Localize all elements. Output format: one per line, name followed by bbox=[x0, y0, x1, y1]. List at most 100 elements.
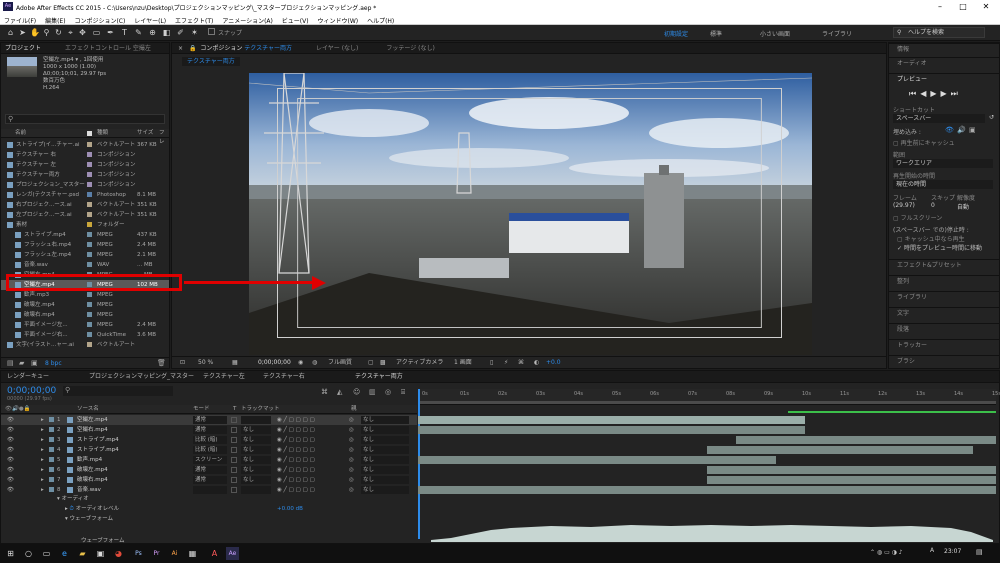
track-matte-select[interactable]: なし bbox=[241, 426, 271, 434]
parent-select[interactable]: なし bbox=[361, 456, 409, 464]
label-color-swatch[interactable] bbox=[87, 292, 92, 297]
expand-arrow-icon[interactable]: ▸ bbox=[41, 425, 44, 435]
layer-row[interactable]: 👁 ▸ 6 破壊左.mp4 通常 なし ◉ ╱ ▢ ▢ ▢ ▢ ◎ なし bbox=[1, 465, 417, 475]
label-color-swatch[interactable] bbox=[87, 202, 92, 207]
parent-select[interactable]: なし bbox=[361, 436, 409, 444]
project-item[interactable]: フラッシュ右.mp4 MPEG 2.4 MB bbox=[1, 240, 169, 250]
zoom-level[interactable]: 50 % bbox=[198, 357, 213, 369]
prev-frame-icon[interactable]: ◀ bbox=[920, 89, 930, 98]
next-frame-icon[interactable]: ▶ bbox=[941, 89, 951, 98]
switches[interactable]: ◉ ╱ ▢ ▢ ▢ ▢ bbox=[277, 465, 315, 475]
comp-subtab[interactable]: テクスチャー両方 bbox=[182, 57, 240, 66]
time-ruler[interactable]: 0s 01s 02s 03s 04s 05s 06s 07s 08s 09s 10s 11s 12s 13… bbox=[418, 389, 1000, 405]
tracker-header[interactable]: トラッカー bbox=[889, 339, 999, 351]
label-color-swatch[interactable] bbox=[87, 312, 92, 317]
safe-zones-icon[interactable]: ▦ bbox=[232, 357, 238, 369]
text-tool-icon[interactable]: T bbox=[120, 28, 129, 37]
skip-select[interactable]: 0 bbox=[931, 202, 935, 209]
notifications-icon[interactable]: ▤ bbox=[976, 548, 983, 556]
layer-label-swatch[interactable] bbox=[49, 487, 54, 492]
active-camera[interactable]: アクティブカメラ bbox=[396, 357, 443, 369]
frame-blending-icon[interactable]: ▥ bbox=[369, 388, 376, 396]
layer-row[interactable]: 👁 ▸ 5 歓声.mp4 スクリーン なし ◉ ╱ ▢ ▢ ▢ ▢ ◎ なし bbox=[1, 455, 417, 465]
layer-name[interactable]: ストライプ.mp4 bbox=[77, 445, 119, 455]
stopwatch-icon[interactable]: ⏱ bbox=[70, 506, 74, 512]
audio-levels-row[interactable]: ▸ ⏱ オーディオレベル bbox=[65, 504, 119, 514]
layer-label-swatch[interactable] bbox=[49, 457, 54, 462]
label-color-swatch[interactable] bbox=[87, 322, 92, 327]
close-icon[interactable]: ✕ bbox=[978, 2, 994, 11]
track-matte-select[interactable] bbox=[241, 486, 271, 494]
camera-tool-icon[interactable]: ⌖ bbox=[66, 28, 75, 37]
views-layout[interactable]: 1 画面 bbox=[454, 357, 472, 369]
last-frame-icon[interactable]: ⏭ bbox=[951, 89, 962, 98]
photoshop-icon[interactable]: Ps bbox=[132, 547, 145, 560]
tab-texture-right[interactable]: テクスチャー右 bbox=[263, 371, 305, 383]
label-color-swatch[interactable] bbox=[87, 192, 92, 197]
project-item[interactable]: 平面イメージ右... QuickTime 3.6 MB bbox=[1, 330, 169, 340]
label-color-swatch[interactable] bbox=[87, 252, 92, 257]
menu-file[interactable]: ファイル(F) bbox=[0, 14, 39, 25]
timeline-search-input[interactable]: ⚲ bbox=[63, 386, 173, 396]
explorer-icon[interactable]: ▰ bbox=[76, 547, 89, 560]
label-color-swatch[interactable] bbox=[87, 162, 92, 167]
include-audio-icon[interactable]: 🔊 bbox=[957, 126, 966, 134]
rotate-tool-icon[interactable]: ↻ bbox=[54, 28, 63, 37]
timeline-timecode[interactable]: 0;00;00;00 bbox=[7, 386, 56, 396]
menu-composition[interactable]: コンポジション(C) bbox=[70, 14, 128, 25]
pickwhip-icon[interactable]: ◎ bbox=[349, 435, 354, 445]
label-color-swatch[interactable] bbox=[87, 302, 92, 307]
pickwhip-icon[interactable]: ◎ bbox=[349, 445, 354, 455]
move-time-checkbox[interactable]: ✓ 時間をプレビュー時間に移動 bbox=[897, 243, 982, 252]
layer-duration-bar[interactable] bbox=[735, 436, 996, 444]
magnification-icon[interactable]: ⊡ bbox=[180, 357, 185, 369]
paragraph-header[interactable]: 段落 bbox=[889, 323, 999, 335]
layer-name[interactable]: 破壊左.mp4 bbox=[77, 465, 108, 475]
preserve-transparency-toggle[interactable] bbox=[231, 457, 237, 463]
exposure-icon[interactable]: ◐ bbox=[534, 357, 539, 369]
audio-levels-value[interactable]: +0.00 dB bbox=[277, 504, 303, 514]
layer-label-swatch[interactable] bbox=[49, 447, 54, 452]
menu-animation[interactable]: アニメーション(A) bbox=[218, 14, 276, 25]
brush-tool-icon[interactable]: ✎ bbox=[134, 28, 143, 37]
home-icon[interactable]: ⌂ bbox=[6, 28, 15, 37]
tab-footage[interactable]: フッテージ (なし) bbox=[386, 45, 434, 52]
col-source-name[interactable]: ソース名 bbox=[77, 405, 99, 414]
track-matte-select[interactable]: なし bbox=[241, 436, 271, 444]
workspace-small[interactable]: 小さい画面 bbox=[760, 29, 790, 38]
layer-row[interactable]: 👁 ▸ 1 空撮左.mp4 通常 ◉ ╱ ▢ ▢ ▢ ▢ ◎ なし bbox=[1, 415, 417, 425]
interpret-footage-icon[interactable]: ▤ bbox=[7, 359, 14, 367]
visibility-eye-icon[interactable]: 👁 bbox=[7, 475, 14, 485]
label-color-swatch[interactable] bbox=[87, 172, 92, 177]
play-icon[interactable]: ▶ bbox=[930, 89, 940, 98]
menu-window[interactable]: ウィンドウ(W) bbox=[314, 14, 362, 25]
libraries-header[interactable]: ライブラリ bbox=[889, 291, 999, 303]
workspace-default[interactable]: 初期設定 bbox=[664, 29, 688, 38]
menu-effect[interactable]: エフェクト(T) bbox=[171, 14, 216, 25]
audio-group[interactable]: ▾ オーディオ bbox=[57, 494, 89, 504]
layer-label-swatch[interactable] bbox=[49, 437, 54, 442]
parent-select[interactable]: なし bbox=[361, 426, 409, 434]
hand-tool-icon[interactable]: ✋ bbox=[30, 28, 40, 37]
play-from-select[interactable]: 現在の時間 bbox=[893, 180, 993, 189]
menu-layer[interactable]: レイヤー(L) bbox=[130, 14, 169, 25]
color-channel-icon[interactable]: ◍ bbox=[312, 357, 317, 369]
layer-label-swatch[interactable] bbox=[49, 417, 54, 422]
blend-mode-select[interactable]: 通常 bbox=[193, 426, 227, 434]
layer-name[interactable]: 空撮右.mp4 bbox=[77, 425, 108, 435]
expand-arrow-icon[interactable]: ▸ bbox=[41, 415, 44, 425]
project-item[interactable]: 音楽.wav WAV ... MB bbox=[1, 260, 169, 270]
range-select[interactable]: ワークエリア bbox=[893, 159, 993, 168]
shy-layers-icon[interactable]: ☺ bbox=[353, 388, 360, 396]
blend-mode-select[interactable] bbox=[193, 486, 227, 494]
motion-blur-icon[interactable]: ◎ bbox=[385, 388, 391, 396]
visibility-eye-icon[interactable]: 👁 bbox=[7, 425, 14, 435]
project-item[interactable]: テクスチャー 左 コンポジション bbox=[1, 160, 169, 170]
premiere-icon[interactable]: Pr bbox=[150, 547, 163, 560]
project-search-input[interactable]: ⚲ bbox=[5, 114, 165, 124]
visibility-eye-icon[interactable]: 👁 bbox=[7, 455, 14, 465]
store-icon[interactable]: ▣ bbox=[94, 547, 107, 560]
track-matte-select[interactable]: なし bbox=[241, 456, 271, 464]
pickwhip-icon[interactable]: ◎ bbox=[349, 455, 354, 465]
info-panel-header[interactable]: 情報 bbox=[889, 43, 999, 55]
